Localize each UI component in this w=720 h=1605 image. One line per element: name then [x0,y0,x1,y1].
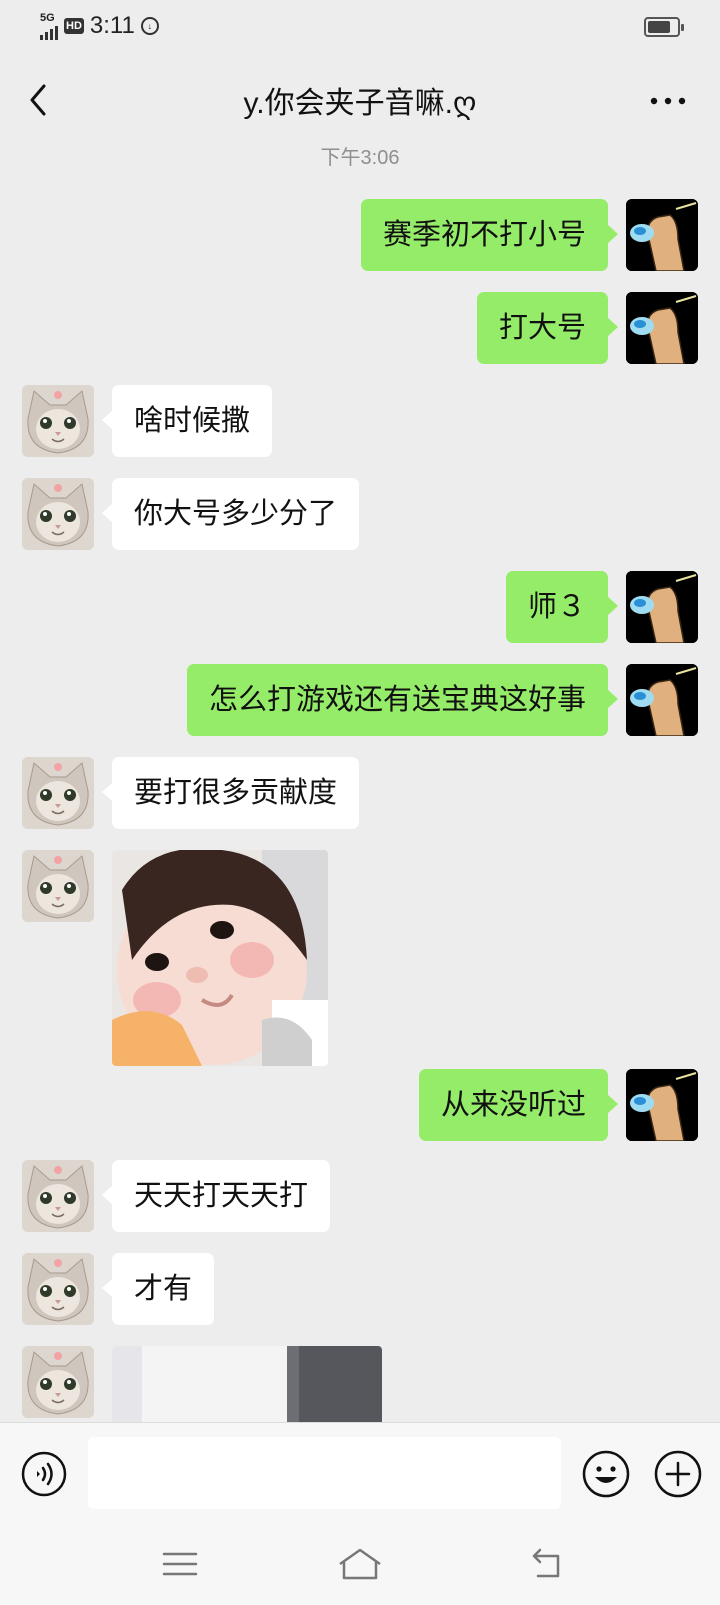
message-bubble-incoming[interactable]: 你大号多少分了 [101,478,360,550]
message-input[interactable] [88,1437,561,1509]
signal-icon [40,24,58,40]
message-row-incoming: 你大号多少分了 [0,478,720,550]
message-bubble-outgoing[interactable]: 打大号 [476,292,619,364]
message-row-outgoing: 怎么打游戏还有送宝典这好事 [0,664,720,736]
contact-avatar[interactable] [22,850,94,922]
message-row-outgoing: 赛季初不打小号 [0,199,720,271]
chat-header: y.你会夹子音嘛.ღ [0,56,720,144]
contact-avatar[interactable] [22,385,94,457]
my-avatar[interactable] [626,292,698,364]
hd-badge: HD [64,18,84,34]
my-avatar[interactable] [626,199,698,271]
network-label: 5G [40,11,55,24]
message-bubble-incoming[interactable]: 啥时候撒 [101,385,273,457]
input-bar [0,1422,720,1525]
message-row-outgoing: 打大号 [0,292,720,364]
image-message-partial[interactable] [112,1346,382,1422]
message-timestamp: 下午3:06 [320,147,400,169]
voice-icon[interactable] [20,1450,68,1498]
message-bubble-incoming[interactable]: 要打很多贡献度 [101,757,360,829]
message-bubble-incoming[interactable]: 才有 [101,1253,215,1325]
message-row-incoming: 啥时候撒 [0,385,720,457]
message-row-incoming: 才有 [0,1253,720,1325]
status-left: 5G HD 3:11 ↓ [40,12,159,40]
contact-avatar[interactable] [22,757,94,829]
image-message-baby-photo[interactable] [112,850,328,1066]
my-avatar[interactable] [626,1069,698,1141]
battery-icon [644,17,684,37]
my-avatar[interactable] [626,664,698,736]
message-row-incoming-image [0,850,720,1066]
message-bubble-outgoing[interactable]: 从来没听过 [418,1069,619,1141]
back-icon[interactable] [524,1544,572,1584]
data-saver-icon: ↓ [140,17,159,35]
plus-icon[interactable] [652,1448,704,1500]
contact-avatar[interactable] [22,1160,94,1232]
more-dots-icon[interactable] [646,86,690,116]
menu-icon[interactable] [156,1544,204,1584]
network-indicator: 5G [40,11,58,40]
message-row-incoming: 要打很多贡献度 [0,757,720,829]
message-row-outgoing: 从来没听过 [0,1069,720,1141]
system-nav-bar [0,1524,720,1605]
status-bar: 5G HD 3:11 ↓ [0,0,720,56]
message-row-incoming-image [0,1346,720,1422]
message-bubble-incoming[interactable]: 天天打天天打 [101,1160,331,1232]
home-icon[interactable] [336,1544,384,1584]
message-row-outgoing: 师３ [0,571,720,643]
contact-avatar[interactable] [22,478,94,550]
my-avatar[interactable] [626,571,698,643]
chat-area[interactable]: 下午3:06 赛季初不打小号 打大号 啥时候撒 你大号多少分了 师３ 怎么打游戏… [0,144,720,1422]
message-bubble-outgoing[interactable]: 怎么打游戏还有送宝典这好事 [186,664,619,736]
message-bubble-outgoing[interactable]: 师３ [505,571,619,643]
status-time: 3:11 [89,12,135,39]
chat-title: y.你会夹子音嘛.ღ [243,87,477,120]
emoji-icon[interactable] [580,1448,632,1500]
message-bubble-outgoing[interactable]: 赛季初不打小号 [360,199,619,271]
contact-avatar[interactable] [22,1253,94,1325]
battery-fill [648,21,670,33]
message-row-incoming: 天天打天天打 [0,1160,720,1232]
contact-avatar[interactable] [22,1346,94,1418]
